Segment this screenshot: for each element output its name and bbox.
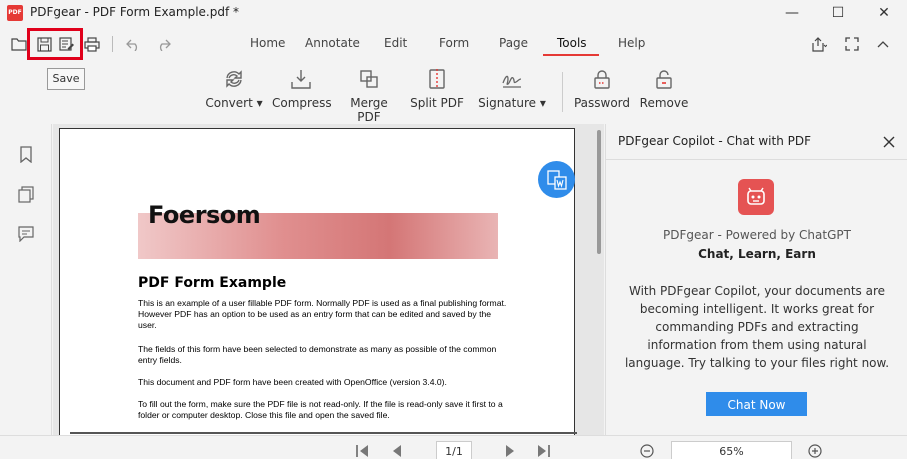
copilot-header: PDFgear Copilot - Chat with PDF xyxy=(618,134,812,148)
copilot-powered-by: PDFgear - Powered by ChatGPT xyxy=(663,228,851,242)
password-button[interactable]: Password xyxy=(573,66,631,118)
copilot-slogan: Chat, Learn, Earn xyxy=(698,247,816,261)
toolbar-divider xyxy=(112,36,113,52)
copilot-panel: PDFgear Copilot - Chat with PDF PDFgear … xyxy=(605,124,907,435)
minimize-button[interactable]: — xyxy=(769,0,815,26)
split-pdf-label: Split PDF xyxy=(410,96,464,110)
pdf-to-word-icon xyxy=(546,169,567,190)
first-page-icon[interactable] xyxy=(355,443,369,457)
window-title: PDFgear - PDF Form Example.pdf * xyxy=(30,5,240,19)
convert-button[interactable]: Convert ▾ xyxy=(205,66,263,118)
document-paragraph: This is an example of a user fillable PD… xyxy=(138,298,507,330)
zoom-out-icon[interactable] xyxy=(640,443,654,458)
copilot-description: With PDFgear Copilot, your documents are… xyxy=(624,284,890,370)
remove-label: Remove xyxy=(639,96,689,110)
zoom-in-icon[interactable] xyxy=(808,443,822,458)
last-page-icon[interactable] xyxy=(537,443,551,457)
zoom-level-input[interactable]: 65% xyxy=(671,441,792,459)
save-highlight-box xyxy=(27,28,83,60)
split-icon xyxy=(429,69,445,89)
pdf-to-word-button[interactable] xyxy=(538,161,575,198)
document-paragraph: The fields of this form have been select… xyxy=(138,344,497,365)
pdf-page[interactable]: Foersom PDF Form Example This is an exam… xyxy=(59,128,575,435)
signature-icon xyxy=(502,75,522,88)
close-icon[interactable] xyxy=(882,134,896,148)
maximize-button[interactable]: ☐ xyxy=(815,0,861,26)
vertical-scrollbar[interactable] xyxy=(597,130,601,254)
convert-label: Convert ▾ xyxy=(205,96,263,110)
open-folder-icon[interactable] xyxy=(9,34,29,54)
left-sidebar xyxy=(0,124,52,459)
merge-pdf-label: Merge PDF xyxy=(350,96,388,124)
compress-icon xyxy=(291,70,311,89)
save-tooltip: Save xyxy=(47,68,85,90)
tab-edit[interactable]: Edit xyxy=(384,36,407,50)
redo-icon[interactable] xyxy=(153,34,173,54)
tab-page[interactable]: Page xyxy=(499,36,528,50)
thumbnails-icon[interactable] xyxy=(16,184,36,204)
merge-icon xyxy=(360,70,378,88)
merge-pdf-button[interactable]: Merge PDF xyxy=(338,66,400,124)
tab-form[interactable]: Form xyxy=(439,36,469,50)
document-viewer[interactable]: Foersom PDF Form Example This is an exam… xyxy=(53,124,604,435)
convert-icon xyxy=(226,70,242,88)
comments-icon[interactable] xyxy=(16,224,36,244)
signature-label: Signature ▾ xyxy=(478,96,546,110)
copilot-divider xyxy=(606,159,907,160)
tab-annotate[interactable]: Annotate xyxy=(305,36,360,50)
password-label: Password xyxy=(573,96,631,110)
document-paragraph: To fill out the form, make sure the PDF … xyxy=(138,399,503,420)
tools-divider xyxy=(562,72,563,112)
title-bar: PDF PDFgear - PDF Form Example.pdf * — ☐… xyxy=(0,0,907,26)
collapse-ribbon-icon[interactable] xyxy=(873,34,893,54)
split-pdf-button[interactable]: Split PDF xyxy=(408,66,466,118)
page-number-input[interactable]: 1/1 xyxy=(436,441,472,459)
compress-label: Compress xyxy=(272,96,332,110)
compress-button[interactable]: Compress xyxy=(272,66,332,118)
tab-home[interactable]: Home xyxy=(250,36,285,50)
share-icon[interactable] xyxy=(809,34,829,54)
previous-page-icon[interactable] xyxy=(390,443,404,457)
tab-tools[interactable]: Tools xyxy=(557,36,587,50)
close-window-button[interactable]: ✕ xyxy=(861,0,907,26)
tab-help[interactable]: Help xyxy=(618,36,645,50)
document-paragraph: This document and PDF form have been cre… xyxy=(138,377,447,387)
chat-now-button[interactable]: Chat Now xyxy=(706,392,807,416)
next-page-icon[interactable] xyxy=(503,443,517,457)
pdfgear-logo-icon: PDF xyxy=(7,5,23,21)
active-tab-indicator xyxy=(543,54,599,56)
remove-button[interactable]: Remove xyxy=(638,66,690,118)
print-icon[interactable] xyxy=(82,34,102,54)
signature-button[interactable]: Signature ▾ xyxy=(477,66,547,118)
banner-logo-text: Foersom xyxy=(148,201,261,229)
unlock-icon xyxy=(656,70,672,89)
bookmark-icon[interactable] xyxy=(16,144,36,164)
fullscreen-icon[interactable] xyxy=(842,34,862,54)
copilot-robot-icon xyxy=(738,179,774,215)
undo-icon[interactable] xyxy=(123,34,143,54)
page-bottom-edge xyxy=(70,432,577,434)
document-title: PDF Form Example xyxy=(138,275,287,291)
lock-icon xyxy=(594,70,610,89)
